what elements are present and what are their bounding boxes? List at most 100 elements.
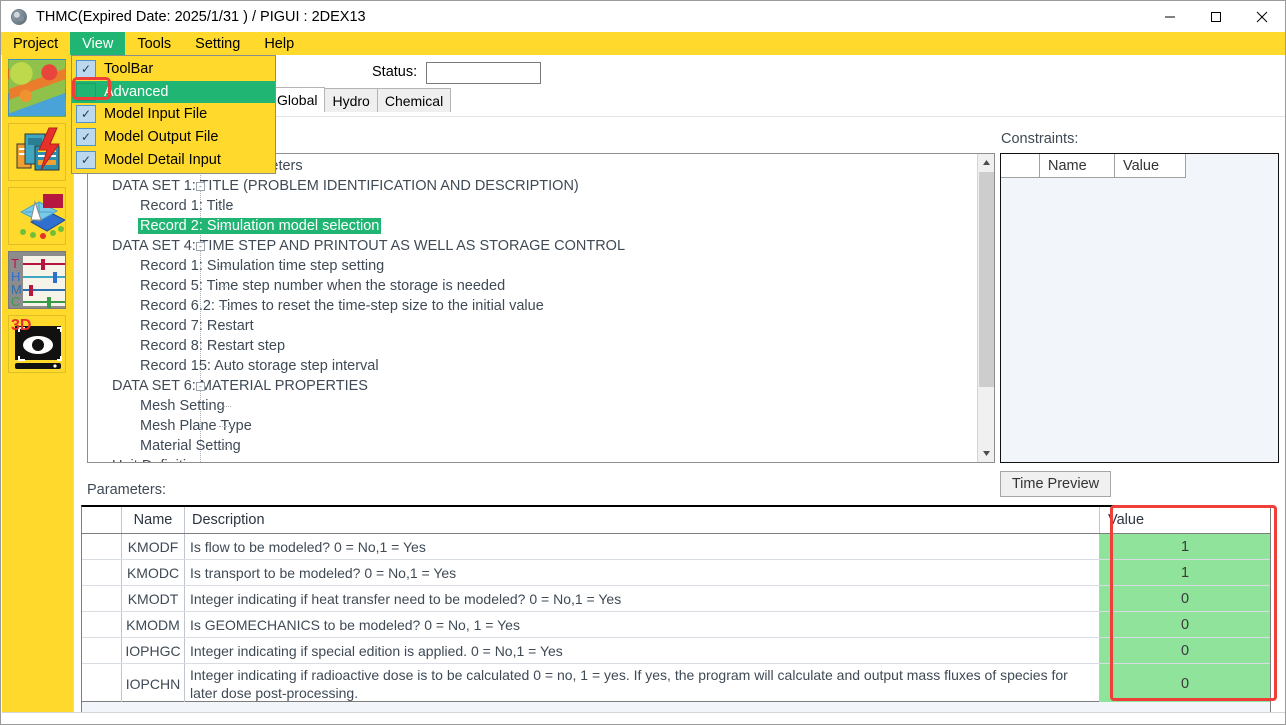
3d-layers-icon[interactable] bbox=[8, 187, 66, 245]
param-value-cell[interactable]: 0 bbox=[1100, 638, 1270, 663]
param-value-cell[interactable]: 0 bbox=[1100, 612, 1270, 637]
expander-icon[interactable]: - bbox=[196, 181, 205, 191]
tree-node[interactable]: - DATA SET 1: TITLE (PROBLEM IDENTIFICAT… bbox=[88, 176, 977, 196]
param-value[interactable]: 0 bbox=[1100, 664, 1270, 704]
tree-node-label: DATA SET 6: MATERIAL PROPERTIES bbox=[112, 378, 368, 394]
menu-view[interactable]: View bbox=[70, 32, 126, 55]
row-selector[interactable] bbox=[82, 664, 122, 704]
table-row[interactable]: KMODC Is transport to be modeled? 0 = No… bbox=[82, 560, 1270, 586]
scrollbar-thumb[interactable] bbox=[979, 172, 994, 387]
tree-node[interactable]: - Unit Definition bbox=[88, 456, 977, 462]
expander-icon[interactable]: - bbox=[196, 461, 205, 462]
params-col-select bbox=[82, 507, 122, 533]
3d-view-icon[interactable]: 3D bbox=[8, 315, 66, 373]
table-row[interactable]: KMODT Integer indicating if heat transfe… bbox=[82, 586, 1270, 612]
menu-item-model-output-file[interactable]: ✓ Model Output File bbox=[72, 126, 275, 149]
tree-node-label: Record 15: Auto storage step interval bbox=[140, 358, 379, 374]
tree-node[interactable]: Record 6.2: Times to reset the time-step… bbox=[88, 296, 977, 316]
tab-global[interactable]: Global bbox=[269, 87, 326, 112]
minimize-icon[interactable] bbox=[1147, 1, 1193, 32]
scroll-up-icon[interactable] bbox=[978, 154, 994, 171]
mesh-map-icon[interactable] bbox=[8, 59, 66, 117]
constraints-table[interactable]: Name Value bbox=[1000, 153, 1279, 463]
param-value-cell[interactable]: 0 bbox=[1100, 586, 1270, 611]
row-selector[interactable] bbox=[82, 612, 122, 637]
param-value[interactable]: 1 bbox=[1100, 560, 1270, 585]
table-row[interactable]: IOPCHN Integer indicating if radioactive… bbox=[82, 664, 1270, 705]
param-value[interactable]: 0 bbox=[1100, 586, 1270, 611]
param-value[interactable]: 0 bbox=[1100, 638, 1270, 663]
checkbox-checked-icon[interactable]: ✓ bbox=[76, 105, 96, 124]
row-selector[interactable] bbox=[82, 534, 122, 559]
param-value-cell[interactable]: 1 bbox=[1100, 560, 1270, 585]
expander-icon[interactable]: - bbox=[196, 381, 205, 391]
tree-node[interactable]: Record 1: Title bbox=[88, 196, 977, 216]
checkbox-checked-icon[interactable]: ✓ bbox=[76, 128, 96, 147]
row-selector[interactable] bbox=[82, 638, 122, 663]
tree-node[interactable]: - DATA SET 6: MATERIAL PROPERTIES bbox=[88, 376, 977, 396]
param-value-cell[interactable]: 1 bbox=[1100, 534, 1270, 559]
checkbox-checked-icon[interactable]: ✓ bbox=[76, 60, 96, 79]
menu-tools[interactable]: Tools bbox=[125, 32, 183, 55]
tree-node[interactable]: Record 1: Simulation time step setting bbox=[88, 256, 977, 276]
tree-node-label: DATA SET 4: TIME STEP AND PRINTOUT AS WE… bbox=[112, 238, 626, 254]
params-col-value: Value bbox=[1108, 512, 1145, 528]
parameters-table[interactable]: Name Description Value KMODF Is flow to … bbox=[81, 505, 1271, 705]
tree-node-label: Record 7: Restart bbox=[140, 318, 254, 334]
tree-node[interactable]: Record 7: Restart bbox=[88, 316, 977, 336]
param-value[interactable]: 0 bbox=[1100, 612, 1270, 637]
view-dropdown-menu[interactable]: ✓ ToolBar Advanced ✓ Model Input File ✓ … bbox=[71, 55, 276, 174]
status-input[interactable] bbox=[426, 62, 541, 84]
param-value-cell[interactable]: 0 bbox=[1100, 664, 1270, 704]
menu-item-label: Model Detail Input bbox=[104, 151, 221, 168]
maximize-icon[interactable] bbox=[1193, 1, 1239, 32]
tree-node[interactable]: Record 5: Time step number when the stor… bbox=[88, 276, 977, 296]
status-label: Status: bbox=[372, 64, 418, 80]
tab-chemical[interactable]: Chemical bbox=[376, 88, 452, 112]
params-col-name: Name bbox=[122, 507, 185, 533]
param-name: KMODM bbox=[122, 612, 185, 637]
close-icon[interactable] bbox=[1239, 1, 1285, 32]
tree-node[interactable]: Record 8: Restart step bbox=[88, 336, 977, 356]
parameters-header-row: Name Description Value bbox=[82, 507, 1270, 534]
application-window: THMC(Expired Date: 2025/1/31 ) / PIGUI :… bbox=[0, 0, 1286, 725]
checkbox-checked-icon[interactable]: ✓ bbox=[76, 150, 96, 169]
params-col-description: Description bbox=[185, 507, 1100, 533]
row-selector[interactable] bbox=[82, 560, 122, 585]
param-description: Is GEOMECHANICS to be modeled? 0 = No, 1… bbox=[185, 612, 1100, 637]
tree-scrollbar[interactable] bbox=[977, 154, 994, 462]
parameter-tree[interactable]: - Global Simulation Parameters - DATA SE… bbox=[88, 154, 977, 462]
globe-icon bbox=[11, 8, 27, 25]
param-value[interactable]: 1 bbox=[1100, 534, 1270, 559]
param-description: Integer indicating if radioactive dose i… bbox=[185, 664, 1100, 704]
tree-node-label: Mesh Setting bbox=[140, 398, 225, 414]
title-bar: THMC(Expired Date: 2025/1/31 ) / PIGUI :… bbox=[1, 1, 1285, 32]
param-name: KMODF bbox=[122, 534, 185, 559]
thmc-sliders-icon[interactable]: T H M C bbox=[8, 251, 66, 309]
table-row[interactable]: KMODF Is flow to be modeled? 0 = No,1 = … bbox=[82, 534, 1270, 560]
tab-hydro[interactable]: Hydro bbox=[324, 88, 378, 112]
expander-icon[interactable]: - bbox=[196, 241, 205, 251]
tree-node[interactable]: Record 15: Auto storage step interval bbox=[88, 356, 977, 376]
tree-node[interactable]: Mesh Setting bbox=[88, 396, 977, 416]
tree-node[interactable]: Mesh Plane Type bbox=[88, 416, 977, 436]
scroll-down-icon[interactable] bbox=[978, 445, 994, 462]
time-preview-button[interactable]: Time Preview bbox=[1000, 471, 1111, 497]
table-row[interactable]: IOPHGC Integer indicating if special edi… bbox=[82, 638, 1270, 664]
tree-node-selected[interactable]: Record 2: Simulation model selection bbox=[88, 216, 977, 236]
menu-item-model-input-file[interactable]: ✓ Model Input File bbox=[72, 103, 275, 126]
row-selector[interactable] bbox=[82, 586, 122, 611]
tree-node-label: Record 6.2: Times to reset the time-step… bbox=[140, 298, 544, 314]
table-row[interactable]: KMODM Is GEOMECHANICS to be modeled? 0 =… bbox=[82, 612, 1270, 638]
tree-node[interactable]: - DATA SET 4: TIME STEP AND PRINTOUT AS … bbox=[88, 236, 977, 256]
menu-help[interactable]: Help bbox=[252, 32, 306, 55]
flow-model-icon[interactable] bbox=[8, 123, 66, 181]
tree-node[interactable]: Material Setting bbox=[88, 436, 977, 456]
menu-item-label: ToolBar bbox=[104, 61, 154, 78]
tree-node-label: Record 1: Simulation time step setting bbox=[140, 258, 385, 274]
menu-setting[interactable]: Setting bbox=[183, 32, 252, 55]
param-name: IOPCHN bbox=[122, 664, 185, 704]
menu-project[interactable]: Project bbox=[1, 32, 70, 55]
param-name: KMODT bbox=[122, 586, 185, 611]
menu-item-model-detail-input[interactable]: ✓ Model Detail Input bbox=[72, 148, 275, 171]
